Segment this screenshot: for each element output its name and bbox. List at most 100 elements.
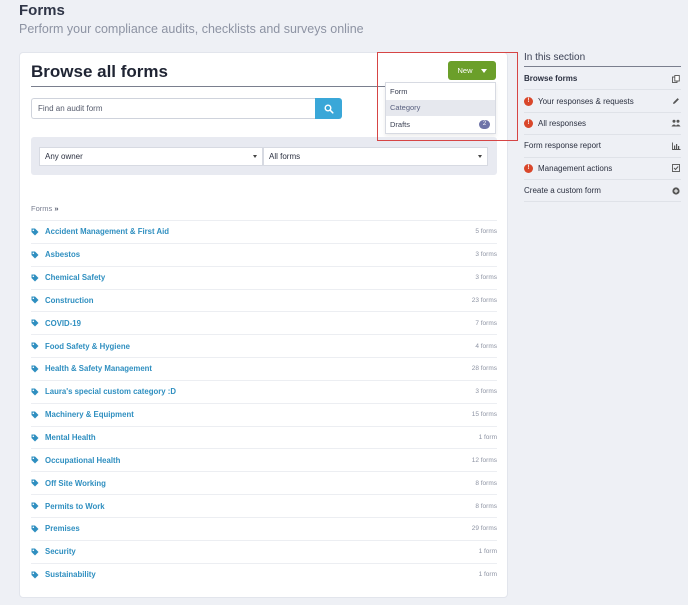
alert-icon: ! [524,163,533,173]
tag-icon [31,525,39,533]
category-label[interactable]: Security [45,547,76,556]
caret-down-icon [480,68,487,73]
category-row[interactable]: Chemical Safety 3 forms [31,265,497,289]
sidebar-item[interactable]: Create a custom form [524,180,681,203]
category-row-left: Health & Safety Management [31,364,152,373]
sidebar-item[interactable]: ! Management actions [524,158,681,180]
category-row[interactable]: Sustainability 1 form [31,562,497,586]
category-row-left: Accident Management & First Aid [31,227,169,236]
bar-chart-icon [671,141,681,151]
owner-select[interactable]: Any owner [39,147,263,166]
category-count: 4 forms [475,342,497,350]
sidebar-item-label: Create a custom form [524,186,601,196]
tag-icon [31,342,39,350]
copy-icon [671,74,681,84]
pencil-icon [671,96,681,106]
category-count: 1 form [478,571,497,579]
category-row[interactable]: Mental Health 1 form [31,425,497,449]
category-row[interactable]: Laura's special custom category :D 3 form… [31,379,497,403]
category-row-left: Sustainability [31,570,96,579]
sidebar-item-left: ! Management actions [524,163,613,173]
browse-forms-card: Browse all forms New Form Category Draft… [19,52,508,598]
sidebar-divider [524,66,681,67]
tag-icon [31,411,39,419]
tag-icon [31,296,39,304]
sidebar-item[interactable]: Browse forms [524,68,681,91]
category-count: 23 forms [471,296,497,304]
category-row-left: Permits to Work [31,502,105,511]
category-row-left: Laura's special custom category :D [31,387,176,396]
category-label[interactable]: Accident Management & First Aid [45,227,169,236]
sidebar-item-label: Browse forms [524,74,578,84]
category-row-left: Construction [31,296,94,305]
sidebar-item-left: ! Your responses & requests [524,96,634,106]
category-label[interactable]: Sustainability [45,570,96,579]
category-row[interactable]: COVID-19 7 forms [31,311,497,334]
category-label[interactable]: Food Safety & Hygiene [45,342,130,351]
tag-icon [31,502,39,510]
dropdown-item-form[interactable]: Form [386,83,495,100]
category-label[interactable]: Chemical Safety [45,273,105,282]
category-label[interactable]: Off Site Working [45,479,106,488]
sidebar-nav: Browse forms ! Your responses & requests ! A… [524,68,681,203]
sidebar-item-left: Browse forms [524,74,577,83]
category-count: 7 forms [475,319,497,327]
category-row[interactable]: Health & Safety Management 28 forms [31,357,497,380]
category-row[interactable]: Asbestos 3 forms [31,242,497,266]
category-label[interactable]: Premises [45,524,80,533]
sidebar-item[interactable]: Form response report [524,135,681,158]
new-button-label: New [457,66,473,75]
category-row[interactable]: Permits to Work 8 forms [31,494,497,517]
tag-icon [31,251,39,259]
category-label[interactable]: Construction [45,296,94,305]
category-count: 12 forms [471,456,497,464]
dropdown-arrow-icon [478,155,482,158]
category-row[interactable]: Off Site Working 8 forms [31,471,497,494]
dropdown-arrow-icon [253,155,257,158]
category-row[interactable]: Food Safety & Hygiene 4 forms [31,334,497,357]
category-label[interactable]: COVID-19 [45,319,81,328]
category-label[interactable]: Asbestos [45,250,80,259]
category-list: Accident Management & First Aid 5 forms As… [31,220,497,586]
category-row[interactable]: Occupational Health 12 forms [31,448,497,471]
category-count: 29 forms [471,525,497,533]
category-label[interactable]: Machinery & Equipment [45,410,134,419]
category-count: 3 forms [475,251,497,259]
category-count: 28 forms [471,365,497,373]
new-button[interactable]: New [448,61,496,80]
dropdown-item-category[interactable]: Category [386,99,495,116]
alert-icon: ! [524,118,533,128]
category-row-left: Premises [31,524,80,533]
category-label[interactable]: Permits to Work [45,502,105,511]
sidebar-item[interactable]: ! Your responses & requests [524,90,681,113]
tag-icon [31,388,39,396]
sidebar-item-label: Form response report [524,141,601,151]
category-label[interactable]: Health & Safety Management [45,364,152,373]
category-row[interactable]: Machinery & Equipment 15 forms [31,402,497,426]
category-label[interactable]: Laura's special custom category :D [45,387,176,396]
sidebar-item-left: Create a custom form [524,186,601,195]
page-subtitle: Perform your compliance audits, checklis… [19,22,364,36]
category-label[interactable]: Mental Health [45,433,96,442]
category-row[interactable]: Premises 29 forms [31,516,497,540]
category-row[interactable]: Accident Management & First Aid 5 forms [31,220,497,243]
tag-icon [31,319,39,327]
category-label[interactable]: Occupational Health [45,456,120,465]
search-button[interactable] [315,98,342,119]
sidebar-item-left: ! All responses [524,118,586,128]
category-count: 1 form [478,548,497,556]
forms-select-value: All forms [269,152,301,161]
category-count: 1 form [478,434,497,442]
category-count: 3 forms [475,388,497,396]
category-row[interactable]: Construction 23 forms [31,288,497,312]
sidebar-item[interactable]: ! All responses [524,113,681,136]
sidebar-item-label: Management actions [538,163,613,173]
users-icon [671,118,681,128]
breadcrumb-forms[interactable]: Forms [31,204,52,213]
dropdown-item-drafts[interactable]: Drafts 2 [386,116,495,133]
tag-icon [31,365,39,373]
category-row[interactable]: Security 1 form [31,539,497,563]
forms-select[interactable]: All forms [263,147,488,166]
search-input[interactable] [31,98,315,119]
tag-icon [31,479,39,487]
